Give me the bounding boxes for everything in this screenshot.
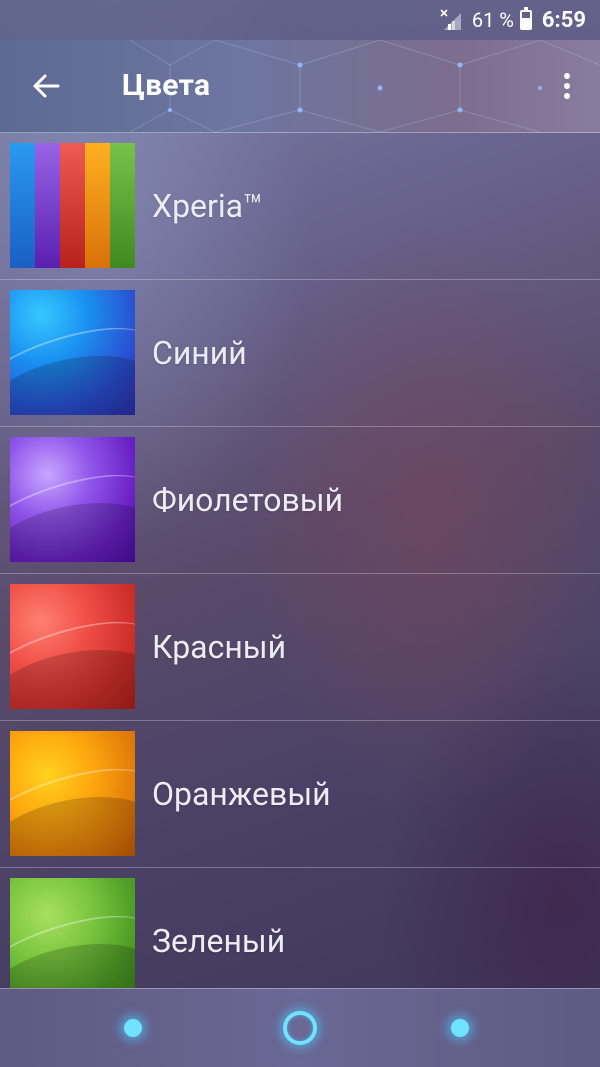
green-swatch [10,878,135,1003]
color-label: Синий [152,334,247,372]
toolbar-background-pattern [129,40,600,132]
arrow-back-icon [33,74,60,98]
color-item-violet[interactable]: Фиолетовый [0,427,600,574]
color-label: Оранжевый [152,775,331,813]
color-item-orange[interactable]: Оранжевый [0,721,600,868]
clock: 6:59 [541,7,586,33]
color-item-blue[interactable]: Синий [0,280,600,427]
color-settings-screen: 61 % 6:59 Цвета Xperia™ Синий Фиолетовый… [0,0,600,1067]
color-list: Xperia™ Синий Фиолетовый Красный Оранжев… [0,133,600,1015]
red-swatch [10,584,135,709]
battery-percent: 61 % [471,8,514,32]
blue-swatch [10,290,135,415]
orange-swatch [10,731,135,856]
battery-icon [519,7,532,30]
signal-no-sim-icon [440,9,462,31]
nav-home-ring-icon[interactable] [283,1011,317,1045]
violet-swatch [10,437,135,562]
color-item-xperia[interactable]: Xperia™ [0,133,600,280]
nav-back-dot-icon[interactable] [124,1019,142,1037]
navigation-bar [0,988,600,1067]
back-button[interactable] [28,68,64,104]
xperia-swatch [10,143,135,268]
more-vert-icon [564,73,570,79]
page-title: Цвета [122,68,211,103]
nav-recents-dot-icon[interactable] [451,1019,469,1037]
color-label: Xperia™ [152,187,264,225]
color-label: Зеленый [152,922,286,960]
toolbar: Цвета [0,40,600,133]
more-options-button[interactable] [554,66,580,106]
color-label: Красный [152,628,287,666]
color-label: Фиолетовый [152,481,344,519]
color-item-red[interactable]: Красный [0,574,600,721]
status-bar: 61 % 6:59 [0,0,600,40]
